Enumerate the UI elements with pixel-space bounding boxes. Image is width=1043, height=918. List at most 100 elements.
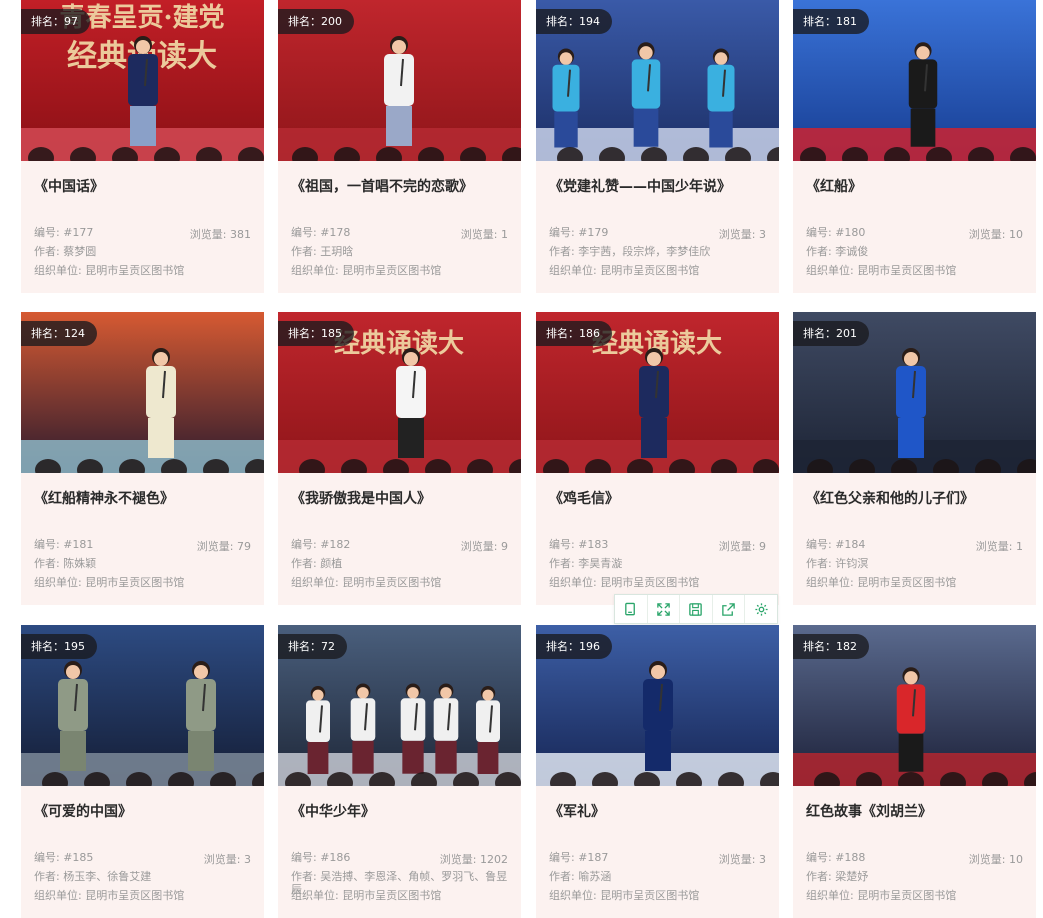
work-author-label: 作者: [34,557,64,570]
view-count-label: 浏览量: [460,540,501,553]
work-card[interactable]: 排名：196 《军礼》 编号: #187 浏览量: 3 作者: 喻苏涵 组织单位… [536,625,779,918]
view-count-value: 9 [501,540,508,553]
rank-value: 201 [836,327,857,340]
work-title[interactable]: 《可爱的中国》 [34,801,256,821]
view-count-label: 浏览量: [189,228,230,241]
work-author: 作者: 颜植 [291,557,508,570]
rank-value: 186 [579,327,600,340]
work-organization-value: 昆明市呈贡区图书馆 [857,889,957,902]
work-card[interactable]: 排名：72 《中华少年》 编号: #186 浏览量: 1202 作者: 吴浩搏、… [278,625,521,918]
work-organization: 组织单位: 昆明市呈贡区图书馆 [806,889,1023,902]
work-title[interactable]: 红色故事《刘胡兰》 [806,801,1028,821]
work-title[interactable]: 《军礼》 [549,801,771,821]
work-title[interactable]: 《中国话》 [34,176,256,196]
work-title[interactable]: 《我骄傲我是中国人》 [291,488,513,508]
view-count-label: 浏览量: [968,853,1009,866]
work-author-label: 作者: [291,870,321,883]
work-organization-label: 组织单位: [549,889,601,902]
view-count: 浏览量: 1202 [440,851,508,867]
copy-button[interactable] [615,595,648,623]
work-title[interactable]: 《党建礼赞——中国少年说》 [549,176,771,196]
work-title[interactable]: 《祖国，一首唱不完的恋歌》 [291,176,513,196]
view-count-label: 浏览量: [718,853,759,866]
rank-value: 124 [64,327,85,340]
view-count: 浏览量: 3 [719,851,766,867]
settings-button[interactable] [745,595,777,623]
work-number-label: 编号: [34,538,64,551]
work-card[interactable]: 排名：200 《祖国，一首唱不完的恋歌》 编号: #178 浏览量: 1 作者:… [278,0,521,293]
view-count-value: 10 [1009,853,1023,866]
expand-icon [657,602,670,616]
work-author-label: 作者: [34,245,64,258]
fullscreen-button[interactable] [648,595,681,623]
work-card[interactable]: 排名：195 《可爱的中国》 编号: #185 浏览量: 3 作者: 杨玉李、徐… [21,625,264,918]
save-button[interactable] [680,595,713,623]
work-card[interactable]: 排名：194 《党建礼赞——中国少年说》 编号: #179 浏览量: 3 作者:… [536,0,779,293]
rank-prefix: 排名： [803,640,836,653]
work-organization-label: 组织单位: [806,264,858,277]
view-count-label: 浏览量: [196,540,237,553]
work-organization: 组织单位: 昆明市呈贡区图书馆 [34,889,251,902]
work-title[interactable]: 《中华少年》 [291,801,513,821]
rank-prefix: 排名： [803,327,836,340]
work-title[interactable]: 《红船》 [806,176,1028,196]
work-organization: 组织单位: 昆明市呈贡区图书馆 [806,576,1023,589]
view-count: 浏览量: 1 [976,538,1023,554]
rank-value: 200 [321,15,342,28]
work-number-label: 编号: [549,538,579,551]
works-grid: 青春呈贡·建党经典诵读大 排名：97 《中国话》 编号: #177 浏览量: 3… [0,0,1043,918]
work-author-label: 作者: [806,245,836,258]
view-count: 浏览量: 1 [461,226,508,242]
work-organization-label: 组织单位: [291,264,343,277]
work-organization-value: 昆明市呈贡区图书馆 [342,889,442,902]
view-count-value: 1202 [480,853,508,866]
work-organization: 组织单位: 昆明市呈贡区图书馆 [549,264,766,277]
work-author-label: 作者: [291,557,321,570]
work-organization-label: 组织单位: [291,576,343,589]
work-card[interactable]: 排名：124 《红船精神永不褪色》 编号: #181 浏览量: 79 作者: 陈… [21,312,264,605]
work-author-value: 许钧溟 [835,557,869,570]
work-organization-label: 组织单位: [549,576,601,589]
work-card[interactable]: 经典诵读大 排名：186 《鸡毛信》 编号: #183 浏览量: 9 作者: 李… [536,312,779,605]
work-organization-label: 组织单位: [34,889,86,902]
work-card[interactable]: 排名：182 红色故事《刘胡兰》 编号: #188 浏览量: 10 作者: 梁楚… [793,625,1036,918]
floating-toolbar [614,594,778,624]
work-number-label: 编号: [291,851,321,864]
share-button[interactable] [713,595,746,623]
work-organization-label: 组织单位: [806,576,858,589]
work-number-value: #182 [320,538,351,551]
rank-prefix: 排名： [288,15,321,28]
work-number-label: 编号: [549,851,579,864]
work-card[interactable]: 排名：201 《红色父亲和他的儿子们》 编号: #184 浏览量: 1 作者: … [793,312,1036,605]
view-count-label: 浏览量: [975,540,1016,553]
work-card[interactable]: 经典诵读大 排名：185 《我骄傲我是中国人》 编号: #182 浏览量: 9 … [278,312,521,605]
work-title[interactable]: 《鸡毛信》 [549,488,771,508]
rank-prefix: 排名： [803,15,836,28]
rank-value: 185 [321,327,342,340]
view-count-value: 3 [244,853,251,866]
rank-prefix: 排名： [31,15,64,28]
work-title[interactable]: 《红船精神永不褪色》 [34,488,256,508]
work-organization: 组织单位: 昆明市呈贡区图书馆 [291,889,508,902]
work-number-label: 编号: [806,538,836,551]
work-card[interactable]: 排名：181 《红船》 编号: #180 浏览量: 10 作者: 李诚俊 组织单… [793,0,1036,293]
work-author-value: 梁楚妤 [835,870,869,883]
work-title[interactable]: 《红色父亲和他的儿子们》 [806,488,1028,508]
view-count: 浏览量: 3 [204,851,251,867]
work-author-value: 李昊青漩 [578,557,623,570]
work-card[interactable]: 青春呈贡·建党经典诵读大 排名：97 《中国话》 编号: #177 浏览量: 3… [21,0,264,293]
work-author: 作者: 李宇茜，段宗烨，李梦佳欣 [549,245,766,258]
rank-value: 195 [64,640,85,653]
rank-prefix: 排名： [546,640,579,653]
share-icon [722,602,735,616]
view-count-value: 381 [230,228,251,241]
work-author-value: 王玥晗 [320,245,354,258]
rank-prefix: 排名： [31,327,64,340]
rank-prefix: 排名： [546,15,579,28]
work-number-label: 编号: [291,226,321,239]
view-count-value: 1 [1016,540,1023,553]
work-number-label: 编号: [34,851,64,864]
work-organization: 组织单位: 昆明市呈贡区图书馆 [291,264,508,277]
work-author-value: 颜植 [320,557,343,570]
work-organization-value: 昆明市呈贡区图书馆 [342,264,442,277]
